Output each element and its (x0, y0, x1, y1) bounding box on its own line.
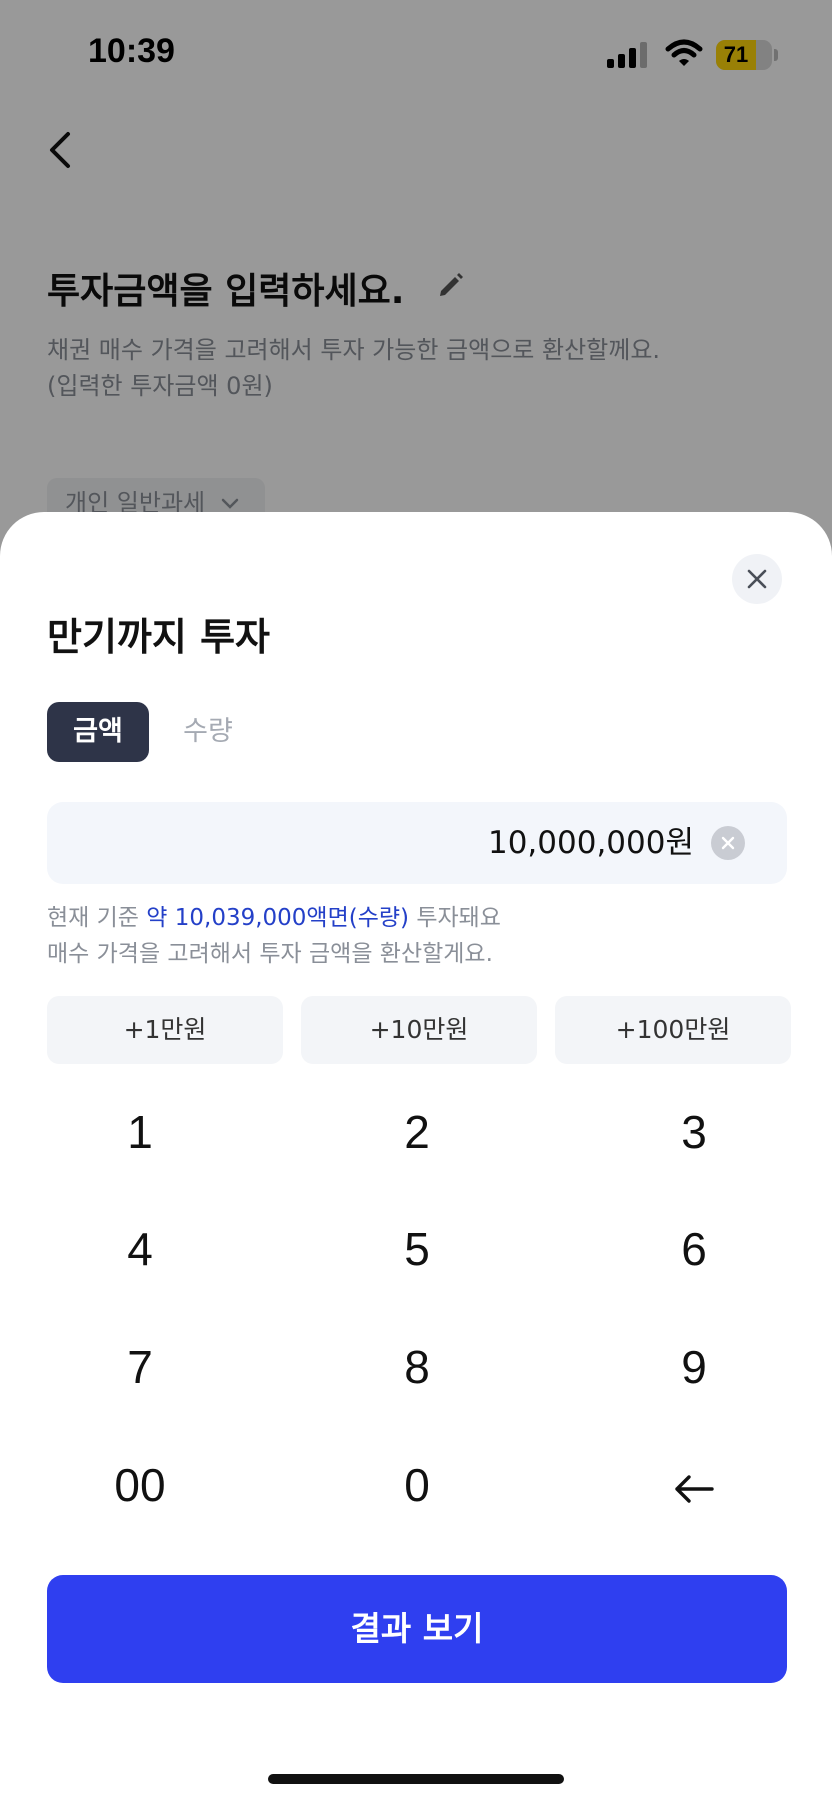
bottom-sheet: 만기까지 투자 금액 수량 10,000,000원 현재 기준 약 10,039… (0, 512, 832, 1800)
keypad-backspace-key[interactable] (604, 1430, 784, 1540)
add-100k-button[interactable]: +10만원 (301, 996, 537, 1064)
view-result-button[interactable]: 결과 보기 (47, 1575, 787, 1683)
keypad-key-1[interactable]: 1 (50, 1077, 230, 1187)
info-suffix: 투자돼요 (409, 905, 501, 931)
close-button[interactable] (732, 554, 782, 604)
clear-input-button[interactable] (711, 826, 745, 860)
keypad-key-4[interactable]: 4 (50, 1194, 230, 1304)
info-line-1: 현재 기준 약 10,039,000액면(수량) 투자돼요 (47, 900, 787, 936)
keypad-key-8[interactable]: 8 (327, 1312, 507, 1422)
keypad-key-2[interactable]: 2 (327, 1077, 507, 1187)
keypad-key-6[interactable]: 6 (604, 1194, 784, 1304)
amount-input[interactable]: 10,000,000원 (47, 802, 787, 884)
add-1m-button[interactable]: +100만원 (555, 996, 791, 1064)
conversion-info: 현재 기준 약 10,039,000액면(수량) 투자돼요 매수 가격을 고려해… (47, 900, 787, 972)
close-icon (747, 569, 767, 589)
info-prefix: 현재 기준 (47, 905, 147, 931)
tab-amount[interactable]: 금액 (47, 702, 149, 762)
keypad-key-0[interactable]: 0 (327, 1430, 507, 1540)
home-indicator (268, 1774, 564, 1784)
amount-value: 10,000,000원 (487, 825, 694, 861)
sheet-title: 만기까지 투자 (47, 615, 270, 659)
tab-quantity[interactable]: 수량 (170, 702, 246, 762)
info-line-2: 매수 가격을 고려해서 투자 금액을 환산할게요. (47, 941, 493, 967)
keypad-key-9[interactable]: 9 (604, 1312, 784, 1422)
keypad-key-7[interactable]: 7 (50, 1312, 230, 1422)
keypad-key-5[interactable]: 5 (327, 1194, 507, 1304)
add-10k-button[interactable]: +1만원 (47, 996, 283, 1064)
info-highlight: 약 10,039,000액면(수량) (146, 905, 410, 931)
keypad-key-00[interactable]: 00 (50, 1430, 230, 1540)
clear-icon (721, 836, 735, 850)
keypad-key-3[interactable]: 3 (604, 1077, 784, 1187)
backspace-arrow-icon (675, 1475, 714, 1503)
